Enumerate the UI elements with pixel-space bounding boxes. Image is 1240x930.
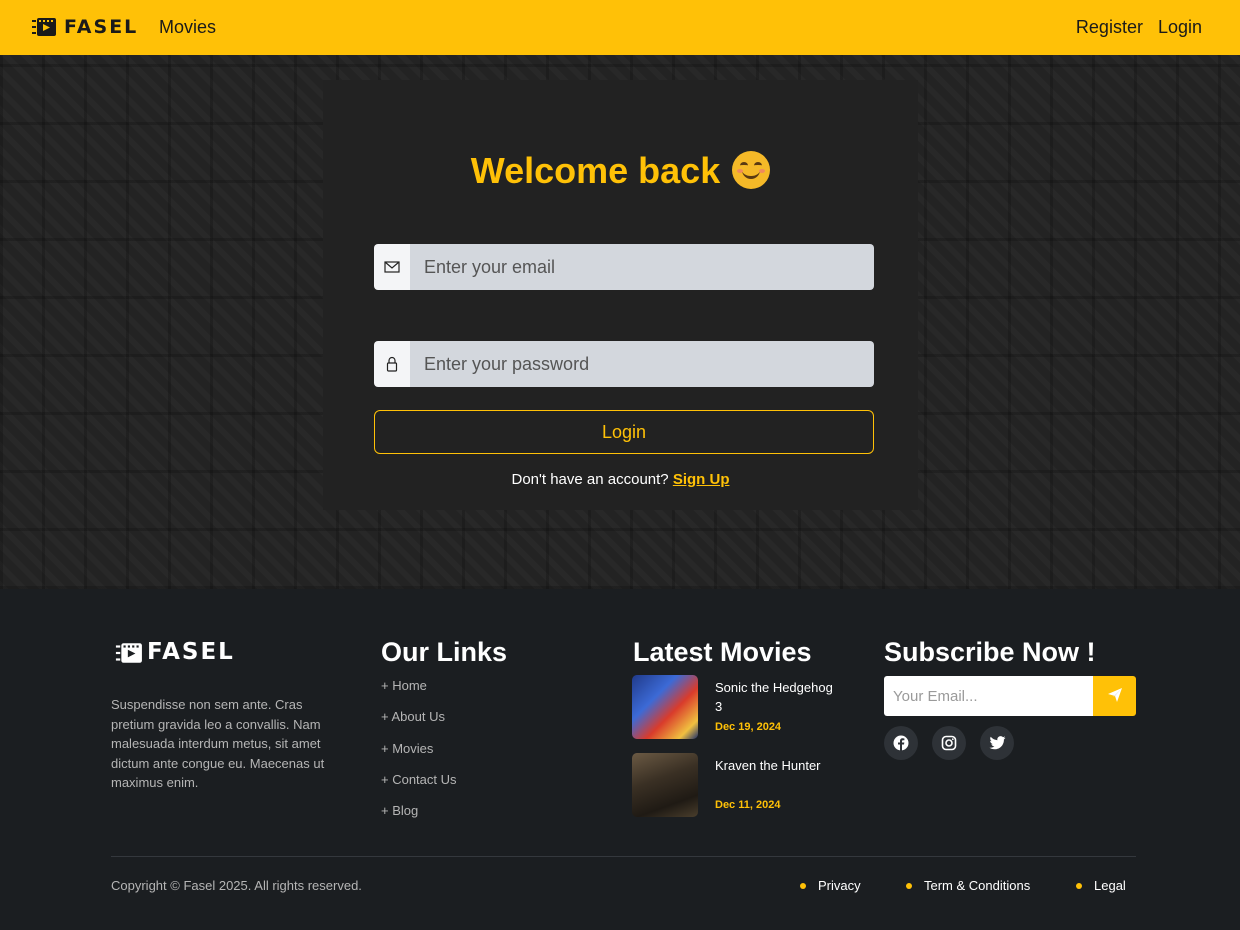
latest-movie-item[interactable]: Kraven the Hunter Dec 11, 2024	[632, 753, 852, 819]
subscribe-form	[884, 676, 1136, 716]
bullet-dot-icon	[800, 882, 806, 889]
signup-prompt-text: Don't have an account?	[511, 471, 669, 488]
nav-link-movies[interactable]: Movies	[159, 17, 216, 38]
site-footer: FASEL Suspendisse non sem ante. Cras pre…	[0, 589, 1240, 930]
footer-brand-logo[interactable]: FASEL	[115, 639, 235, 665]
paper-plane-icon	[1107, 687, 1123, 706]
envelope-icon	[374, 244, 410, 290]
brand-logo[interactable]: FASEL	[32, 15, 138, 39]
footer-links-heading: Our Links	[381, 637, 508, 667]
login-submit-button[interactable]: Login	[374, 410, 874, 454]
twitter-icon[interactable]	[980, 726, 1014, 760]
latest-movie-item[interactable]: Sonic the Hedgehog 3 Dec 19, 2024	[632, 675, 852, 741]
footer-legal-link-terms[interactable]: Term & Conditions	[906, 878, 1030, 893]
login-hero: Welcome back Login Don't have an a	[0, 55, 1240, 589]
movie-title[interactable]: Sonic the Hedgehog 3	[715, 678, 835, 716]
facebook-icon[interactable]	[884, 726, 918, 760]
footer-legal-link-privacy[interactable]: Privacy	[800, 878, 861, 893]
login-title: Welcome back	[323, 150, 918, 192]
footer-link-blog[interactable]: + Blog	[381, 803, 457, 834]
footer-link-about-us[interactable]: + About Us	[381, 709, 457, 740]
film-logo-icon	[115, 640, 142, 664]
footer-link-movies[interactable]: + Movies	[381, 741, 457, 772]
nav-link-register[interactable]: Register	[1076, 17, 1143, 38]
bullet-dot-icon	[906, 882, 912, 889]
bullet-dot-icon	[1076, 882, 1082, 889]
subscribe-email-input[interactable]	[884, 676, 1093, 716]
latest-movies-heading: Latest Movies	[633, 637, 812, 667]
login-title-text: Welcome back	[470, 150, 721, 191]
footer-link-contact-us[interactable]: + Contact Us	[381, 772, 457, 803]
password-input[interactable]	[410, 341, 874, 387]
signup-prompt: Don't have an account? Sign Up	[323, 471, 918, 488]
legal-link-label[interactable]: Legal	[1094, 878, 1126, 893]
legal-link-label[interactable]: Privacy	[818, 878, 861, 893]
footer-divider	[111, 856, 1136, 857]
top-navbar: FASEL Movies Register Login	[0, 0, 1240, 55]
smiling-face-emoji-icon	[732, 151, 771, 190]
footer-links-list: + Home + About Us + Movies + Contact Us …	[381, 678, 457, 834]
login-card: Welcome back Login Don't have an a	[323, 80, 918, 510]
legal-link-label[interactable]: Term & Conditions	[924, 878, 1030, 893]
brand-name: FASEL	[64, 16, 139, 38]
movie-poster-thumbnail[interactable]	[632, 675, 698, 739]
password-field-group	[374, 341, 874, 387]
social-links	[884, 726, 1014, 760]
movie-poster-thumbnail[interactable]	[632, 753, 698, 817]
subscribe-submit-button[interactable]	[1093, 676, 1136, 716]
copyright-text: Copyright © Fasel 2025. All rights reser…	[111, 878, 362, 893]
nav-link-login[interactable]: Login	[1158, 17, 1202, 38]
movie-release-date: Dec 19, 2024	[715, 721, 782, 733]
subscribe-heading: Subscribe Now !	[884, 637, 1096, 667]
footer-link-home[interactable]: + Home	[381, 678, 457, 709]
footer-brand-name: FASEL	[147, 639, 235, 665]
email-field-group	[374, 244, 874, 290]
movie-title[interactable]: Kraven the Hunter	[715, 756, 835, 775]
auth-nav: Register Login	[1076, 17, 1202, 38]
instagram-icon[interactable]	[932, 726, 966, 760]
signup-link[interactable]: Sign Up	[673, 471, 730, 488]
film-logo-icon	[32, 15, 56, 39]
footer-about-text: Suspendisse non sem ante. Cras pretium g…	[111, 697, 325, 790]
footer-legal-link-legal[interactable]: Legal	[1076, 878, 1126, 893]
email-input[interactable]	[410, 244, 874, 290]
movie-release-date: Dec 11, 2024	[715, 799, 781, 811]
lock-icon	[374, 341, 410, 387]
